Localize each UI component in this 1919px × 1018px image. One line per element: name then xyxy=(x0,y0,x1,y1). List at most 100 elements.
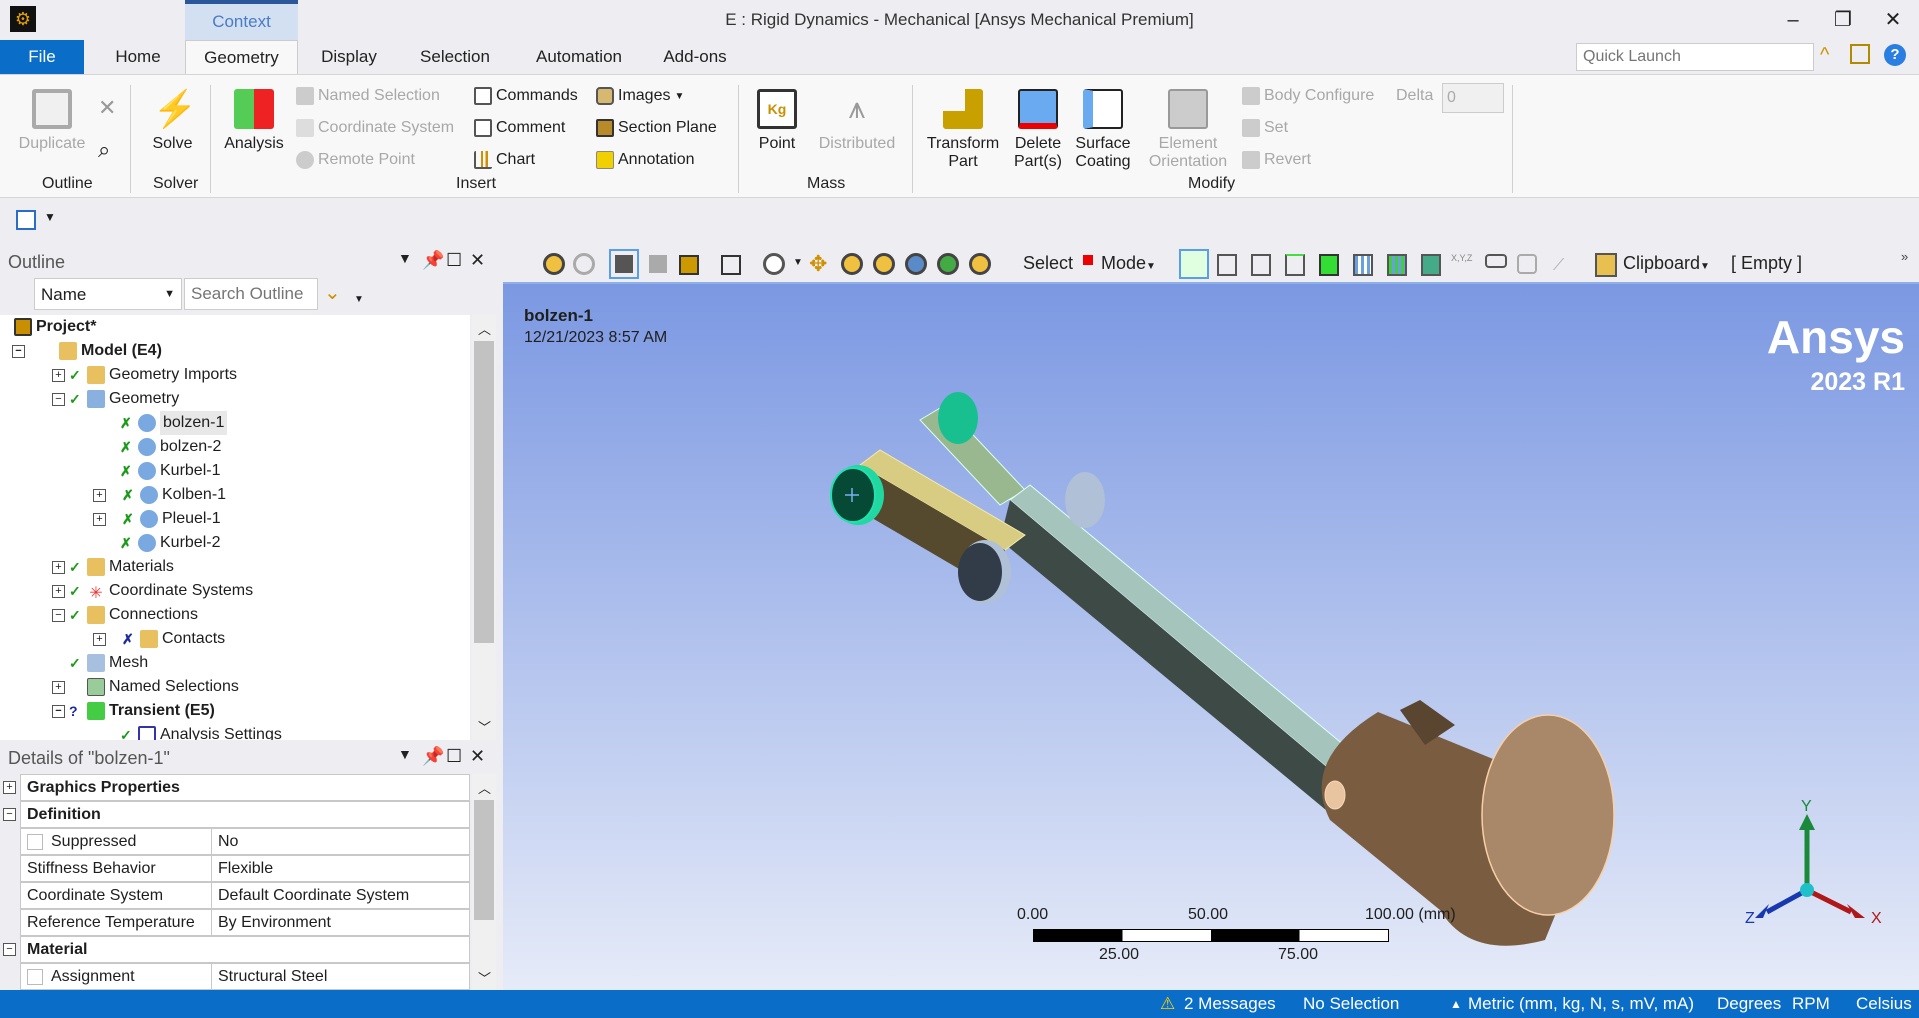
tree-item[interactable]: ✓ Analysis Settings xyxy=(120,723,282,740)
clipboard-dropdown[interactable]: Clipboard▼ xyxy=(1623,253,1710,274)
expand-icon[interactable]: + xyxy=(52,680,65,694)
pin-icon[interactable]: 📌 xyxy=(422,250,444,271)
units-up-icon[interactable]: ▲ xyxy=(1450,997,1462,1011)
viewport-layout-icon[interactable] xyxy=(721,255,741,275)
quick-launch-input[interactable] xyxy=(1576,43,1814,71)
kolben-1-face[interactable] xyxy=(1481,714,1615,916)
restore-button[interactable]: ❐ xyxy=(1820,4,1866,36)
customize-toolbar-icon[interactable]: ▼ xyxy=(44,210,56,224)
commands-button[interactable]: Commands xyxy=(474,87,578,105)
minimize-button[interactable]: – xyxy=(1770,4,1816,36)
section-graphics-properties[interactable]: Graphics Properties xyxy=(20,774,470,801)
pin-icon[interactable]: 📌 xyxy=(422,746,444,767)
messages-status[interactable]: 2 Messages xyxy=(1184,994,1276,1014)
panel-menu-icon[interactable]: ▼ xyxy=(398,250,412,266)
maximize-icon[interactable]: ☐ xyxy=(446,250,462,271)
element-orientation-button[interactable]: Element Orientation xyxy=(1138,89,1238,171)
tree-item[interactable]: − ✓ Connections xyxy=(52,603,198,627)
tree-item[interactable]: − ✓ Geometry xyxy=(52,387,179,411)
magnifier-icon[interactable] xyxy=(969,253,991,275)
scrollbar-thumb[interactable] xyxy=(474,341,494,643)
select-body-icon[interactable] xyxy=(1319,254,1339,276)
tab-display[interactable]: Display xyxy=(305,40,393,74)
triad-center[interactable] xyxy=(1800,883,1814,897)
search-options-icon[interactable]: ▼ xyxy=(354,294,364,305)
duplicate-button[interactable]: Duplicate xyxy=(12,89,92,153)
help-icon[interactable]: ? xyxy=(1884,44,1906,66)
toolbar-overflow-icon[interactable]: » xyxy=(1901,249,1908,264)
expand-icon[interactable]: + xyxy=(93,632,106,646)
coordinate-system-button[interactable]: Coordinate System xyxy=(296,119,454,137)
select-element-face-icon[interactable] xyxy=(1387,254,1407,276)
zoom-next-icon[interactable] xyxy=(573,253,595,275)
tree-item[interactable]: ✗ Kurbel-2 xyxy=(120,531,220,555)
angle-units[interactable]: Degrees xyxy=(1717,994,1781,1014)
tree-item[interactable]: Project* xyxy=(14,315,96,339)
select-vertex-icon[interactable] xyxy=(1217,254,1237,276)
rotate-icon[interactable] xyxy=(763,253,785,275)
scroll-down-icon[interactable]: ﹀ xyxy=(478,968,491,987)
zoom-previous-icon[interactable] xyxy=(543,253,565,275)
units-status[interactable]: Metric (mm, kg, N, s, mV, mA) xyxy=(1468,994,1694,1014)
scroll-down-icon[interactable]: ﹀ xyxy=(478,717,491,736)
tab-geometry[interactable]: Geometry xyxy=(185,40,298,74)
scrollbar-thumb[interactable] xyxy=(474,800,494,920)
tree-item[interactable]: + Named Selections xyxy=(52,675,239,699)
tree-item-selected[interactable]: ✗ bolzen-1 xyxy=(120,411,228,435)
probe-chart-icon[interactable]: ⟋ xyxy=(1553,257,1564,275)
pan-icon[interactable]: ✥ xyxy=(809,251,827,277)
checkbox[interactable] xyxy=(27,968,43,985)
expand-icon[interactable]: + xyxy=(52,560,65,574)
select-node-icon[interactable] xyxy=(1353,254,1373,276)
tree-item[interactable]: + ✓ ✳ Coordinate Systems xyxy=(52,579,253,603)
section-plane-button[interactable]: Section Plane xyxy=(596,119,717,137)
expand-icon[interactable]: + xyxy=(93,488,106,502)
details-scrollbar[interactable]: ︿ ﹀ xyxy=(472,774,496,990)
body-configure-button[interactable]: Body Configure xyxy=(1242,87,1374,105)
transform-part-button[interactable]: Transform Part xyxy=(920,89,1006,171)
label-icon[interactable] xyxy=(1517,254,1537,274)
zoom-box-icon[interactable] xyxy=(905,253,927,275)
delta-input[interactable]: 0 xyxy=(1442,83,1504,113)
outline-scrollbar[interactable]: ︿ ﹀ xyxy=(472,315,496,740)
tree-item[interactable]: + ✓ Geometry Imports xyxy=(52,363,237,387)
images-button[interactable]: Images ▼ xyxy=(596,87,684,105)
shaded-view-button[interactable] xyxy=(609,249,639,279)
collapse-ribbon-icon[interactable]: ^ xyxy=(1820,44,1829,67)
select-mode-icon[interactable] xyxy=(1083,255,1093,265)
temperature-units[interactable]: Celsius xyxy=(1856,994,1912,1014)
detail-row[interactable]: Reference Temperature By Environment xyxy=(20,909,470,936)
tab-add-ons[interactable]: Add-ons xyxy=(650,40,740,74)
solve-button[interactable]: ⚡ Solve xyxy=(145,89,200,153)
expand-icon[interactable]: + xyxy=(3,781,16,794)
revert-button[interactable]: Revert xyxy=(1242,151,1311,169)
mode-dropdown[interactable]: Mode▼ xyxy=(1101,253,1156,274)
collapse-icon[interactable]: − xyxy=(52,392,65,406)
save-icon[interactable] xyxy=(16,210,36,230)
checkbox[interactable] xyxy=(27,833,43,850)
expand-icon[interactable]: + xyxy=(93,512,106,526)
set-button[interactable]: Set xyxy=(1242,119,1288,137)
tree-item[interactable]: + ✗ Contacts xyxy=(93,627,225,651)
zoom-in-icon[interactable] xyxy=(873,253,895,275)
point-mass-button[interactable]: Kg Point xyxy=(752,89,802,153)
feedback-icon[interactable] xyxy=(1850,44,1870,64)
annotation-button[interactable]: Annotation xyxy=(596,151,695,169)
warning-icon[interactable]: ⚠ xyxy=(1160,994,1175,1014)
section-material[interactable]: Material xyxy=(20,936,470,963)
collapse-icon[interactable]: − xyxy=(52,704,65,718)
tree-item[interactable]: + ✗ Kolben-1 xyxy=(93,483,226,507)
close-panel-icon[interactable]: ✕ xyxy=(470,250,485,271)
rotate-dropdown-icon[interactable]: ▼ xyxy=(793,257,803,268)
collapse-icon[interactable]: − xyxy=(12,344,25,358)
expand-icon[interactable]: + xyxy=(52,368,65,382)
tab-selection[interactable]: Selection xyxy=(405,40,505,74)
surface-coating-button[interactable]: Surface Coating xyxy=(1070,89,1136,171)
tree-item[interactable]: ✗ Kurbel-1 xyxy=(120,459,220,483)
tab-home[interactable]: Home xyxy=(100,40,176,74)
select-face-icon[interactable] xyxy=(1285,254,1305,276)
tab-automation[interactable]: Automation xyxy=(520,40,638,74)
select-by-location-icon[interactable]: X,Y,Z xyxy=(1451,253,1472,263)
comment-button[interactable]: Comment xyxy=(474,119,565,137)
detail-row[interactable]: Suppressed No xyxy=(20,828,470,855)
